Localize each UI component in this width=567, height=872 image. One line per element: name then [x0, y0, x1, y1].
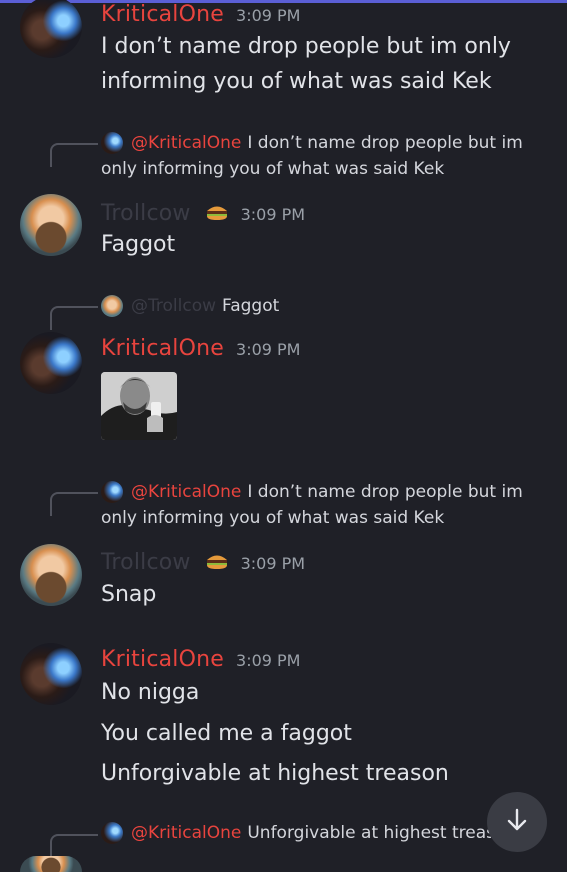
avatar[interactable] — [20, 194, 82, 256]
message-line: No nigga — [101, 680, 200, 705]
author-name[interactable]: Trollcow — [101, 201, 191, 226]
reply-connector — [50, 492, 98, 516]
gif-attachment[interactable] — [101, 372, 177, 440]
message-line: Unforgivable at highest treason — [101, 761, 449, 786]
reply-text: only informing you of what was said Kek — [101, 508, 445, 528]
author-name[interactable]: KriticalOne — [101, 2, 224, 27]
avatar[interactable] — [20, 856, 82, 872]
reply-text: Unforgivable at highest treas — [247, 823, 491, 843]
avatar[interactable] — [20, 0, 82, 58]
reply-text: I don’t name drop people but im — [247, 482, 523, 502]
timestamp: 3:09 PM — [236, 340, 301, 359]
author-name[interactable]: Trollcow — [101, 550, 191, 575]
message-line: I don’t name drop people but im only — [101, 34, 511, 59]
reply-avatar — [101, 295, 123, 317]
reply-author[interactable]: @KriticalOne — [131, 823, 241, 843]
message-line: Snap — [101, 582, 157, 607]
avatar[interactable] — [20, 643, 82, 705]
timestamp: 3:09 PM — [236, 6, 301, 25]
reply-text: I don’t name drop people but im — [247, 133, 523, 153]
avatar[interactable] — [20, 544, 82, 606]
reply-connector — [50, 143, 98, 167]
message-line: You called me a faggot — [101, 721, 352, 746]
reply-author[interactable]: @KriticalOne — [131, 482, 241, 502]
avatar[interactable] — [20, 332, 82, 394]
reply-author[interactable]: @KriticalOne — [131, 133, 241, 153]
message-line: informing you of what was said Kek — [101, 69, 492, 94]
scroll-to-bottom-button[interactable] — [487, 792, 547, 852]
reply-avatar — [101, 822, 123, 844]
reply-avatar — [101, 481, 123, 503]
arrow-down-icon — [504, 807, 530, 837]
burger-emoji-icon — [205, 551, 229, 571]
timestamp: 3:09 PM — [240, 554, 306, 573]
reply-author[interactable]: @Trollcow — [131, 296, 216, 316]
reply-connector — [50, 834, 98, 858]
reply-avatar — [101, 132, 123, 154]
burger-emoji-icon — [205, 202, 229, 222]
message-line: Faggot — [101, 232, 176, 257]
reply-connector — [50, 306, 98, 330]
timestamp: 3:09 PM — [240, 205, 306, 224]
author-name[interactable]: KriticalOne — [101, 647, 224, 672]
reply-text: Faggot — [222, 296, 280, 316]
author-name[interactable]: KriticalOne — [101, 336, 224, 361]
reply-text: only informing you of what was said Kek — [101, 159, 445, 179]
timestamp: 3:09 PM — [236, 651, 301, 670]
